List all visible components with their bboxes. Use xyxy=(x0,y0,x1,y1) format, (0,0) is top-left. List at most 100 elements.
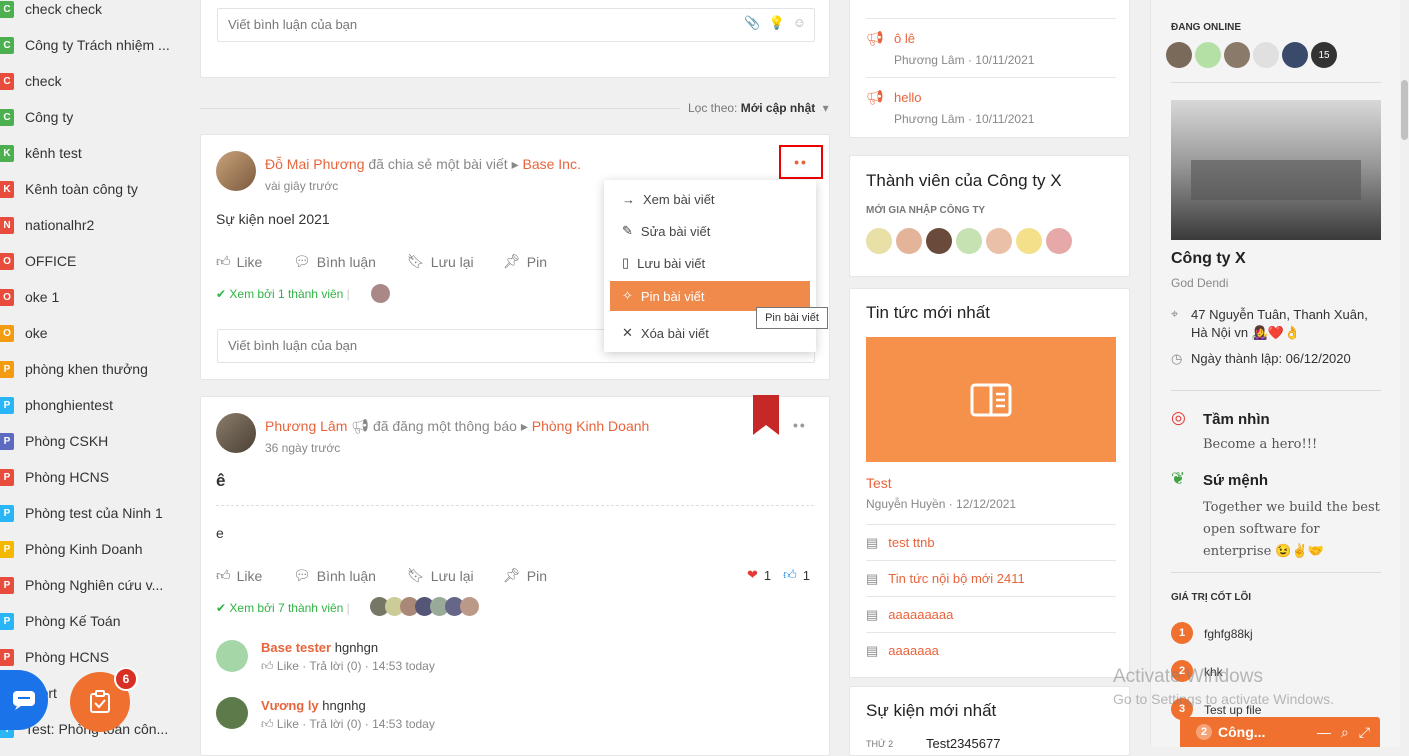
chat-bar[interactable]: 2 Công... — ⌕ ⤢ xyxy=(1180,717,1380,747)
scrollbar-thumb[interactable] xyxy=(1401,80,1408,140)
feed-filter[interactable]: Lọc theo: Mới cập nhật ▾ xyxy=(688,101,829,115)
avatar[interactable] xyxy=(926,228,952,254)
sidebar-item[interactable]: P Phòng Nghiên cứu v... xyxy=(0,567,185,603)
divider xyxy=(1171,82,1381,83)
seen-by[interactable]: ✔ Xem bởi 1 thành viên | xyxy=(216,287,350,301)
tooltip: Pin bài viết xyxy=(756,307,828,329)
pin-icon: 📌︎ xyxy=(503,253,521,269)
divider xyxy=(1171,572,1381,573)
notice-title[interactable]: hello xyxy=(894,90,921,105)
sidebar-item-badge: P xyxy=(0,648,14,666)
company-address: 47 Nguyễn Tuân, Thanh Xuân, Hà Nội vn 👩‍… xyxy=(1191,307,1368,340)
news-item[interactable]: ▤ Tin tức nội bộ mới 2411 xyxy=(866,560,1116,596)
sidebar-item[interactable]: Ooke xyxy=(0,315,185,351)
reactions[interactable]: ❤ 1 👍︎ 1 xyxy=(747,567,810,583)
news-title[interactable]: Test xyxy=(866,475,892,491)
scrollbar[interactable] xyxy=(1400,0,1409,747)
sidebar-item[interactable]: P Phòng Kế Toán xyxy=(0,603,185,639)
sidebar-item[interactable]: Ccheck xyxy=(0,63,185,99)
lightbulb-icon[interactable]: 💡 xyxy=(769,15,785,31)
bookmark-icon: ▯ xyxy=(622,255,630,270)
attachment-icon[interactable]: 📎 xyxy=(744,15,760,31)
online-more-count[interactable]: 15 xyxy=(1311,42,1337,68)
sidebar-item-label: kênh test xyxy=(25,145,82,161)
like-button[interactable]: 👍︎ Like xyxy=(216,567,262,584)
post-target[interactable]: Base Inc. xyxy=(522,156,580,172)
seen-by[interactable]: ✔ Xem bởi 7 thành viên | xyxy=(216,601,350,615)
comment-button[interactable]: 💬︎ Bình luận xyxy=(293,567,376,584)
post-action: đã đăng một thông báo xyxy=(372,418,517,434)
like-button[interactable]: 👍︎ Like xyxy=(216,253,262,270)
like-count: 1 xyxy=(802,567,810,583)
avatar[interactable] xyxy=(866,228,892,254)
megaphone-icon: 📢︎ xyxy=(351,418,370,434)
news-item[interactable]: ▤ test ttnb xyxy=(866,524,1116,560)
post-more-button[interactable]: •• xyxy=(779,145,823,179)
sidebar-item[interactable]: C Công ty Trách nhiệm ... xyxy=(0,27,185,63)
sidebar-item[interactable]: P Phòng HCNS xyxy=(0,639,185,675)
sidebar-item[interactable]: K Kênh toàn công ty xyxy=(0,171,185,207)
news-thumbnail[interactable] xyxy=(866,337,1116,462)
sidebar-item[interactable]: P Phòng CSKH xyxy=(0,423,185,459)
sidebar-item[interactable]: Ccheck check xyxy=(0,0,185,27)
members-card: Thành viên của Công ty X MỚI GIA NHẬP CÔ… xyxy=(849,155,1130,277)
menu-item-view[interactable]: → Xem bài viết xyxy=(610,184,810,214)
news-item[interactable]: ▤ aaaaaaa xyxy=(866,632,1116,668)
post-target[interactable]: Phòng Kinh Doanh xyxy=(532,418,650,434)
menu-item-edit[interactable]: ✎ Sửa bài viết xyxy=(610,216,810,246)
event-name[interactable]: Test2345677 xyxy=(926,736,1000,751)
avatar[interactable] xyxy=(1282,42,1308,68)
sidebar-item[interactable]: Kkênh test xyxy=(0,135,185,171)
avatar[interactable] xyxy=(986,228,1012,254)
news-item[interactable]: ▤ aaaaaaaaa xyxy=(866,596,1116,632)
pin-button[interactable]: 📌︎ Pin xyxy=(503,567,547,584)
avatar[interactable] xyxy=(896,228,922,254)
avatar[interactable] xyxy=(1253,42,1279,68)
avatar[interactable] xyxy=(216,413,256,453)
emoji-icon[interactable]: ☺ xyxy=(793,15,806,31)
avatar[interactable] xyxy=(216,151,256,191)
avatar[interactable] xyxy=(1166,42,1192,68)
divider xyxy=(866,18,1116,19)
comment-like[interactable]: Like xyxy=(277,717,299,731)
post-author[interactable]: Phương Lâm xyxy=(265,418,347,434)
search-icon[interactable]: ⌕ xyxy=(1341,724,1349,741)
post-more-button[interactable]: •• xyxy=(793,417,807,433)
thumbs-up-icon: 👍︎ xyxy=(216,253,231,269)
sidebar-item[interactable]: Pphonghientest xyxy=(0,387,185,423)
avatar[interactable] xyxy=(1016,228,1042,254)
comment-author[interactable]: Base tester xyxy=(261,640,331,655)
notice-title[interactable]: ô lê xyxy=(894,31,915,46)
save-button[interactable]: 🔖︎ Lưu lại xyxy=(407,253,474,270)
minimize-icon[interactable]: — xyxy=(1317,724,1331,741)
sidebar-item[interactable]: Nnationalhr2 xyxy=(0,207,185,243)
comment-author[interactable]: Vương ly xyxy=(261,698,319,713)
avatar[interactable] xyxy=(1224,42,1250,68)
comment-button[interactable]: 💬︎ Bình luận xyxy=(293,253,376,270)
sidebar-item[interactable]: P Phòng Kinh Doanh xyxy=(0,531,185,567)
sidebar-item-label: phòng khen thưởng xyxy=(25,361,148,377)
save-button[interactable]: 🔖︎ Lưu lại xyxy=(407,567,474,584)
comment-label: Bình luận xyxy=(316,253,376,270)
post-author[interactable]: Đỗ Mai Phương xyxy=(265,156,364,172)
sidebar-item[interactable]: O OFFICE xyxy=(0,243,185,279)
sidebar-item[interactable]: P Phòng HCNS xyxy=(0,459,185,495)
avatar[interactable] xyxy=(1195,42,1221,68)
avatar[interactable] xyxy=(1046,228,1072,254)
sidebar-item[interactable]: C Công ty xyxy=(0,99,185,135)
menu-item-save[interactable]: ▯ Lưu bài viết xyxy=(610,248,810,278)
pin-button[interactable]: 📌︎ Pin xyxy=(503,253,547,270)
expand-icon[interactable]: ⤢ xyxy=(1359,724,1370,741)
sidebar-item[interactable]: Pphòng khen thưởng xyxy=(0,351,185,387)
avatar[interactable] xyxy=(216,697,248,729)
heart-icon: ❤ xyxy=(747,567,758,582)
post-action: đã chia sẻ một bài viết xyxy=(368,156,508,172)
avatar[interactable] xyxy=(216,640,248,672)
sidebar-item[interactable]: Ooke 1 xyxy=(0,279,185,315)
avatar[interactable] xyxy=(956,228,982,254)
viewer-avatar[interactable] xyxy=(371,284,390,303)
comment-input[interactable]: Viết bình luận của bạn 📎 💡 ☺ xyxy=(217,8,815,42)
viewer-avatars[interactable] xyxy=(370,597,479,616)
sidebar-item[interactable]: P Phòng test của Ninh 1 xyxy=(0,495,185,531)
comment-like[interactable]: Like xyxy=(277,659,299,673)
